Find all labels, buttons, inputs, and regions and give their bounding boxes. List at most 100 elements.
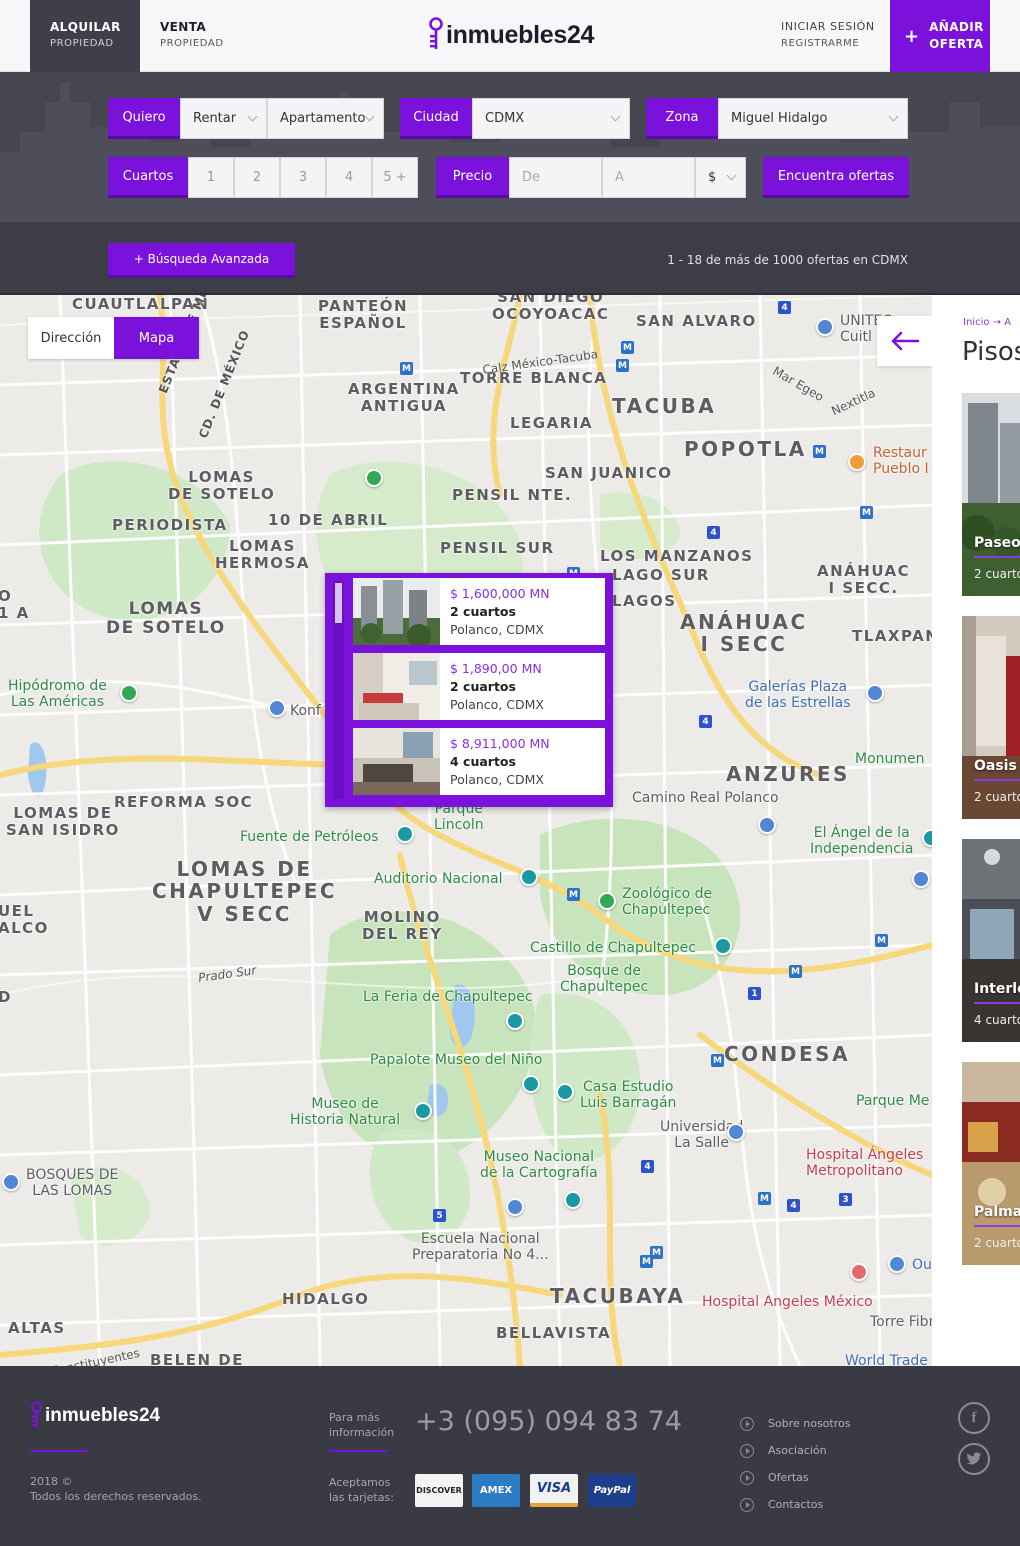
poi-zoologico[interactable]: Zoológico de Chapultepec: [622, 886, 712, 918]
museum-pin-icon[interactable]: [414, 1102, 432, 1120]
poi-ou[interactable]: Ou: [912, 1257, 932, 1273]
view-mapa-button[interactable]: Mapa: [114, 317, 199, 359]
poi-auditorio[interactable]: Auditorio Nacional: [374, 871, 503, 887]
popup-listing-card[interactable]: $ 8,911,000 MN 4 cuartos Polanco, CDMX: [353, 728, 605, 795]
museum-pin-icon[interactable]: [912, 870, 930, 888]
metro-station-icon[interactable]: M: [789, 965, 802, 978]
museum-pin-icon[interactable]: [522, 1075, 540, 1093]
advanced-search-button[interactable]: + Búsqueda Avanzada: [108, 243, 295, 278]
school-pin-icon[interactable]: [506, 1198, 524, 1216]
view-direccion-button[interactable]: Dirección: [28, 317, 114, 359]
attraction-pin-icon[interactable]: [506, 1012, 524, 1030]
popup-scrollbar-thumb[interactable]: [335, 583, 342, 623]
metro-station-icon[interactable]: M: [400, 362, 413, 375]
poi-camino-real[interactable]: Camino Real Polanco: [632, 790, 779, 806]
metro-station-icon[interactable]: M: [621, 341, 634, 354]
monument-pin-icon[interactable]: [714, 937, 732, 955]
popup-listing-card[interactable]: $ 1,890,00 MN 2 cuartos Polanco, CDMX: [353, 653, 605, 720]
restaurant-pin-icon[interactable]: [848, 453, 866, 471]
museum-pin-icon[interactable]: [556, 1083, 574, 1101]
hotel-pin-icon[interactable]: [758, 816, 776, 834]
twitter-icon[interactable]: [958, 1443, 990, 1475]
hospital-pin-icon[interactable]: [850, 1263, 868, 1281]
metro-line-3-icon[interactable]: 3: [839, 1193, 852, 1206]
poi-bosque[interactable]: Bosque de Chapultepec: [560, 963, 648, 995]
poi-fuente-petroleos[interactable]: Fuente de Petróleos: [240, 829, 379, 845]
poi-hipodromo[interactable]: Hipódromo de Las Américas: [8, 678, 107, 710]
phone-number[interactable]: +3 (095) 094 83 74: [415, 1406, 682, 1437]
metro-station-icon[interactable]: M: [813, 445, 826, 458]
school-pin-icon[interactable]: [727, 1123, 745, 1141]
login-link[interactable]: INICIAR SESIÓN: [781, 20, 875, 33]
poi-museo-historia[interactable]: Museo de Historia Natural: [290, 1096, 400, 1128]
collapse-list-button[interactable]: [877, 316, 932, 366]
register-link[interactable]: REGISTRARME: [781, 38, 875, 49]
operation-select[interactable]: Rentar: [180, 98, 267, 139]
breadcrumb[interactable]: Inicio → A: [963, 317, 1011, 328]
poi-casa-estudio[interactable]: Casa Estudio Luis Barragán: [580, 1079, 676, 1111]
popup-listing-card[interactable]: $ 1,600,000 MN 2 cuartos Polanco, CDMX: [353, 578, 605, 645]
currency-select[interactable]: $: [695, 157, 746, 198]
poi-escuela[interactable]: Escuela Nacional Preparatoria No 4...: [412, 1231, 549, 1263]
shopping-pin-icon[interactable]: [866, 684, 884, 702]
facebook-icon[interactable]: f: [958, 1402, 990, 1434]
poi-monumento[interactable]: Monumen: [855, 751, 925, 767]
property-type-select[interactable]: Apartamento: [267, 98, 384, 139]
zone-select[interactable]: Miguel Hidalgo: [718, 98, 908, 139]
park-pin-icon[interactable]: [365, 469, 383, 487]
results-map[interactable]: CUAUTLALPAN PANTEÓN ESPAÑOL SAN DIEGO OC…: [0, 295, 932, 1366]
poi-papalote[interactable]: Papalote Museo del Niño: [370, 1052, 542, 1068]
poi-parque-me[interactable]: Parque Me: [856, 1093, 929, 1109]
poi-torre-fibra[interactable]: Torre Fibran: [870, 1314, 932, 1330]
rooms-option-5-plus[interactable]: 5 +: [372, 157, 418, 198]
metro-line-4-icon[interactable]: 4: [699, 715, 712, 728]
metro-line-5-icon[interactable]: 5: [433, 1209, 446, 1222]
poi-castillo[interactable]: Castillo de Chapultepec: [530, 940, 696, 956]
footer-link-asociacion[interactable]: Asociación: [740, 1437, 850, 1464]
listing-card[interactable]: Paseos 2 cuartos: [962, 393, 1020, 596]
metro-line-4-icon[interactable]: 4: [641, 1160, 654, 1173]
metro-station-icon[interactable]: M: [875, 934, 888, 947]
footer-link-contactos[interactable]: Contactos: [740, 1491, 850, 1518]
rooms-option-1[interactable]: 1: [188, 157, 234, 198]
popup-scrollbar[interactable]: [333, 581, 344, 799]
metro-station-icon[interactable]: M: [616, 359, 629, 372]
listing-card[interactable]: Oasis A 2 cuartos: [962, 616, 1020, 819]
footer-link-ofertas[interactable]: Ofertas: [740, 1464, 850, 1491]
add-offer-button[interactable]: + AÑADIR OFERTA: [890, 0, 990, 72]
metro-station-icon[interactable]: M: [640, 1255, 653, 1268]
tab-alquilar[interactable]: ALQUILAR PROPIEDAD: [30, 0, 140, 72]
city-select[interactable]: CDMX: [472, 98, 630, 139]
poi-konf[interactable]: Konf: [290, 703, 321, 719]
park-pin-icon[interactable]: [120, 684, 138, 702]
monument-pin-icon[interactable]: [396, 825, 414, 843]
rooms-option-4[interactable]: 4: [326, 157, 372, 198]
metro-station-icon[interactable]: M: [567, 888, 580, 901]
zoo-pin-icon[interactable]: [598, 892, 616, 910]
place-pin-icon[interactable]: [888, 1255, 906, 1273]
metro-line-1-icon[interactable]: 1: [748, 987, 761, 1000]
footer-logo[interactable]: inmuebles24: [30, 1401, 160, 1431]
museum-pin-icon[interactable]: [564, 1191, 582, 1209]
metro-line-4-icon[interactable]: 4: [707, 526, 720, 539]
metro-station-icon[interactable]: M: [711, 1054, 724, 1067]
poi-hospital-mexico[interactable]: Hospital Angeles México: [702, 1294, 873, 1310]
footer-link-sobre-nosotros[interactable]: Sobre nosotros: [740, 1410, 850, 1437]
price-to-input[interactable]: A: [602, 157, 695, 198]
poi-galerias[interactable]: Galerías Plaza de las Estrellas: [745, 679, 851, 711]
listing-card[interactable]: Interlo 4 cuartos: [962, 839, 1020, 1042]
place-pin-icon[interactable]: [268, 699, 286, 717]
metro-station-icon[interactable]: M: [758, 1192, 771, 1205]
poi-hospital-metropolitano[interactable]: Hospital Ángeles Metropolitano: [806, 1147, 923, 1179]
poi-feria[interactable]: La Feria de Chapultepec: [363, 989, 533, 1005]
rooms-option-3[interactable]: 3: [280, 157, 326, 198]
find-offers-button[interactable]: Encuentra ofertas: [763, 157, 909, 198]
tab-venta[interactable]: VENTA PROPIEDAD: [140, 0, 250, 72]
place-pin-icon[interactable]: [2, 1173, 20, 1191]
rooms-option-2[interactable]: 2: [234, 157, 280, 198]
poi-angel[interactable]: El Ángel de la Independencia: [810, 825, 913, 857]
site-logo[interactable]: inmuebles24: [428, 16, 594, 54]
poi-museo-cartografia[interactable]: Museo Nacional de la Cartografía: [480, 1149, 598, 1181]
metro-line-4-icon[interactable]: 4: [778, 301, 791, 314]
school-pin-icon[interactable]: [816, 318, 834, 336]
